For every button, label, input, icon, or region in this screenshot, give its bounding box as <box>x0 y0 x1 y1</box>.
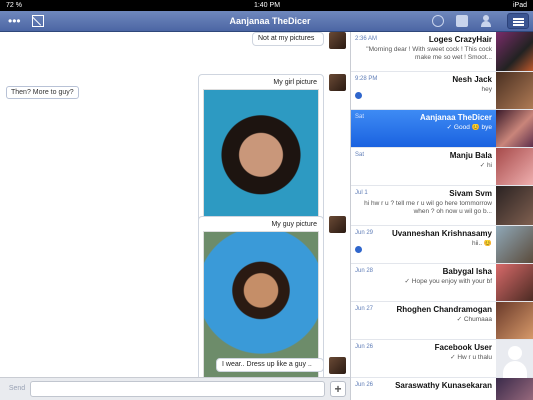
contact-name: Uvanneshan Krishnasamy <box>391 229 492 238</box>
message-text: Not at my pictures <box>258 35 315 42</box>
conversation-time: Jun 27 <box>355 306 374 312</box>
more-options-icon[interactable]: ••• <box>8 15 21 27</box>
compose-icon[interactable] <box>32 15 44 27</box>
send-button[interactable]: Send <box>4 382 30 396</box>
message-snippet: "Morning dear ! With sweet cock ! This c… <box>366 46 492 61</box>
conversation-item[interactable]: 9:28 PM Nesh Jack hey <box>351 72 533 110</box>
conversation-item-selected[interactable]: Sat Aanjanaa TheDicer ✓ Good 😊 bye <box>351 110 533 148</box>
clock: 1:40 PM <box>253 2 281 9</box>
contact-name: Nesh Jack <box>452 75 492 84</box>
sender-avatar[interactable] <box>329 357 346 374</box>
contact-avatar <box>496 72 533 109</box>
message-bubble: Not at my pictures <box>252 32 324 46</box>
menu-line <box>513 24 524 26</box>
message-snippet: hey <box>481 86 492 93</box>
contact-name: Aanjanaa TheDicer <box>419 113 492 122</box>
battery-indicator: 72 % <box>6 2 22 9</box>
contact-name: Saraswathy Kunasekaran <box>395 381 492 390</box>
contact-avatar <box>496 302 533 339</box>
message-input[interactable] <box>30 381 325 397</box>
contact-avatar <box>496 186 533 225</box>
message-snippet: hi hw r u ? tell me r u wil go here tomm… <box>364 200 492 215</box>
conversation-time: Jun 29 <box>355 230 374 236</box>
conversation-title: Aanjanaa TheDicer <box>229 16 311 26</box>
message-snippet: ✓ hi <box>479 162 492 169</box>
contact-name: Loges CrazyHair <box>428 35 492 44</box>
conversation-time: 2:36 AM <box>355 36 378 42</box>
message-snippet: ✓ Hw r u thalu <box>450 354 492 361</box>
unread-indicator <box>355 92 362 99</box>
menu-line <box>513 18 524 20</box>
conversation-item[interactable]: Jun 29 Uvanneshan Krishnasamy hii.. 😊 <box>351 226 533 264</box>
conversation-list: 2:36 AM Loges CrazyHair "Morning dear ! … <box>350 32 533 400</box>
conversation-time: Jun 26 <box>355 382 374 388</box>
default-avatar-icon <box>496 340 533 378</box>
photo-caption: My girl picture <box>273 79 317 86</box>
conversation-time: Jun 26 <box>355 344 374 350</box>
conversation-time: Jun 28 <box>355 268 374 274</box>
contact-avatar <box>496 110 533 147</box>
conversation-item[interactable]: Jun 26 Facebook User ✓ Hw r u thalu <box>351 340 533 378</box>
received-message: Then? More to guy? <box>6 86 79 99</box>
composer-bar: Send + <box>0 377 350 400</box>
conversation-item[interactable]: Jun 28 Babygal Isha ✓ Hope you enjoy wit… <box>351 264 533 302</box>
messages-icon[interactable] <box>456 15 468 27</box>
add-attachment-button[interactable]: + <box>330 381 346 397</box>
device-label: iPad <box>512 2 527 9</box>
notifications-globe-icon[interactable] <box>432 15 444 27</box>
conversation-time: Sat <box>355 114 365 120</box>
contact-name: Rhoghen Chandramogan <box>396 305 492 314</box>
unread-indicator <box>355 246 362 253</box>
status-bar: 72 % 1:40 PM iPad <box>0 0 533 11</box>
menu-button[interactable] <box>507 13 529 29</box>
message-bubble: I wear.. Dress up like a guy .. <box>216 358 324 372</box>
sender-avatar[interactable] <box>329 216 346 233</box>
conversation-item[interactable]: 2:36 AM Loges CrazyHair "Morning dear ! … <box>351 32 533 72</box>
photo-caption: My guy picture <box>271 221 317 228</box>
conversation-item[interactable]: Jul 1 Sivam Svm hi hw r u ? tell me r u … <box>351 186 533 226</box>
message-snippet: ✓ Good 😊 bye <box>446 124 492 131</box>
conversation-time: Sat <box>355 152 365 158</box>
conversation-time: 9:28 PM <box>355 76 378 82</box>
contact-avatar <box>496 32 533 71</box>
contact-name: Facebook User <box>434 343 492 352</box>
message-snippet: ✓ Chumaaa <box>456 316 492 323</box>
navigation-bar: ••• Aanjanaa TheDicer <box>0 11 533 32</box>
contact-name: Sivam Svm <box>449 189 492 198</box>
sender-avatar[interactable] <box>329 74 346 91</box>
message-snippet: ✓ Hope you enjoy with your bf <box>404 278 492 285</box>
contact-name: Manju Bala <box>449 151 492 160</box>
conversation-item[interactable]: Jun 26 Saraswathy Kunasekaran <box>351 378 533 400</box>
message-snippet: hii.. 😊 <box>471 240 492 247</box>
contact-avatar <box>496 148 533 185</box>
friend-requests-icon[interactable] <box>481 15 493 27</box>
contact-avatar <box>496 378 533 400</box>
menu-line <box>513 21 524 23</box>
sender-avatar[interactable] <box>329 32 346 49</box>
contact-avatar <box>496 226 533 263</box>
contact-avatar <box>496 264 533 301</box>
conversation-pane: Not at my pictures Then? More to guy? My… <box>0 32 350 384</box>
shared-photo[interactable] <box>203 89 319 235</box>
conversation-item[interactable]: Sat Manju Bala ✓ hi <box>351 148 533 186</box>
conversation-item[interactable]: Jun 27 Rhoghen Chandramogan ✓ Chumaaa <box>351 302 533 340</box>
contact-name: Babygal Isha <box>442 267 492 276</box>
conversation-time: Jul 1 <box>355 190 368 196</box>
shared-photo[interactable] <box>203 231 319 379</box>
message-text: I wear.. Dress up like a guy .. <box>222 361 312 368</box>
